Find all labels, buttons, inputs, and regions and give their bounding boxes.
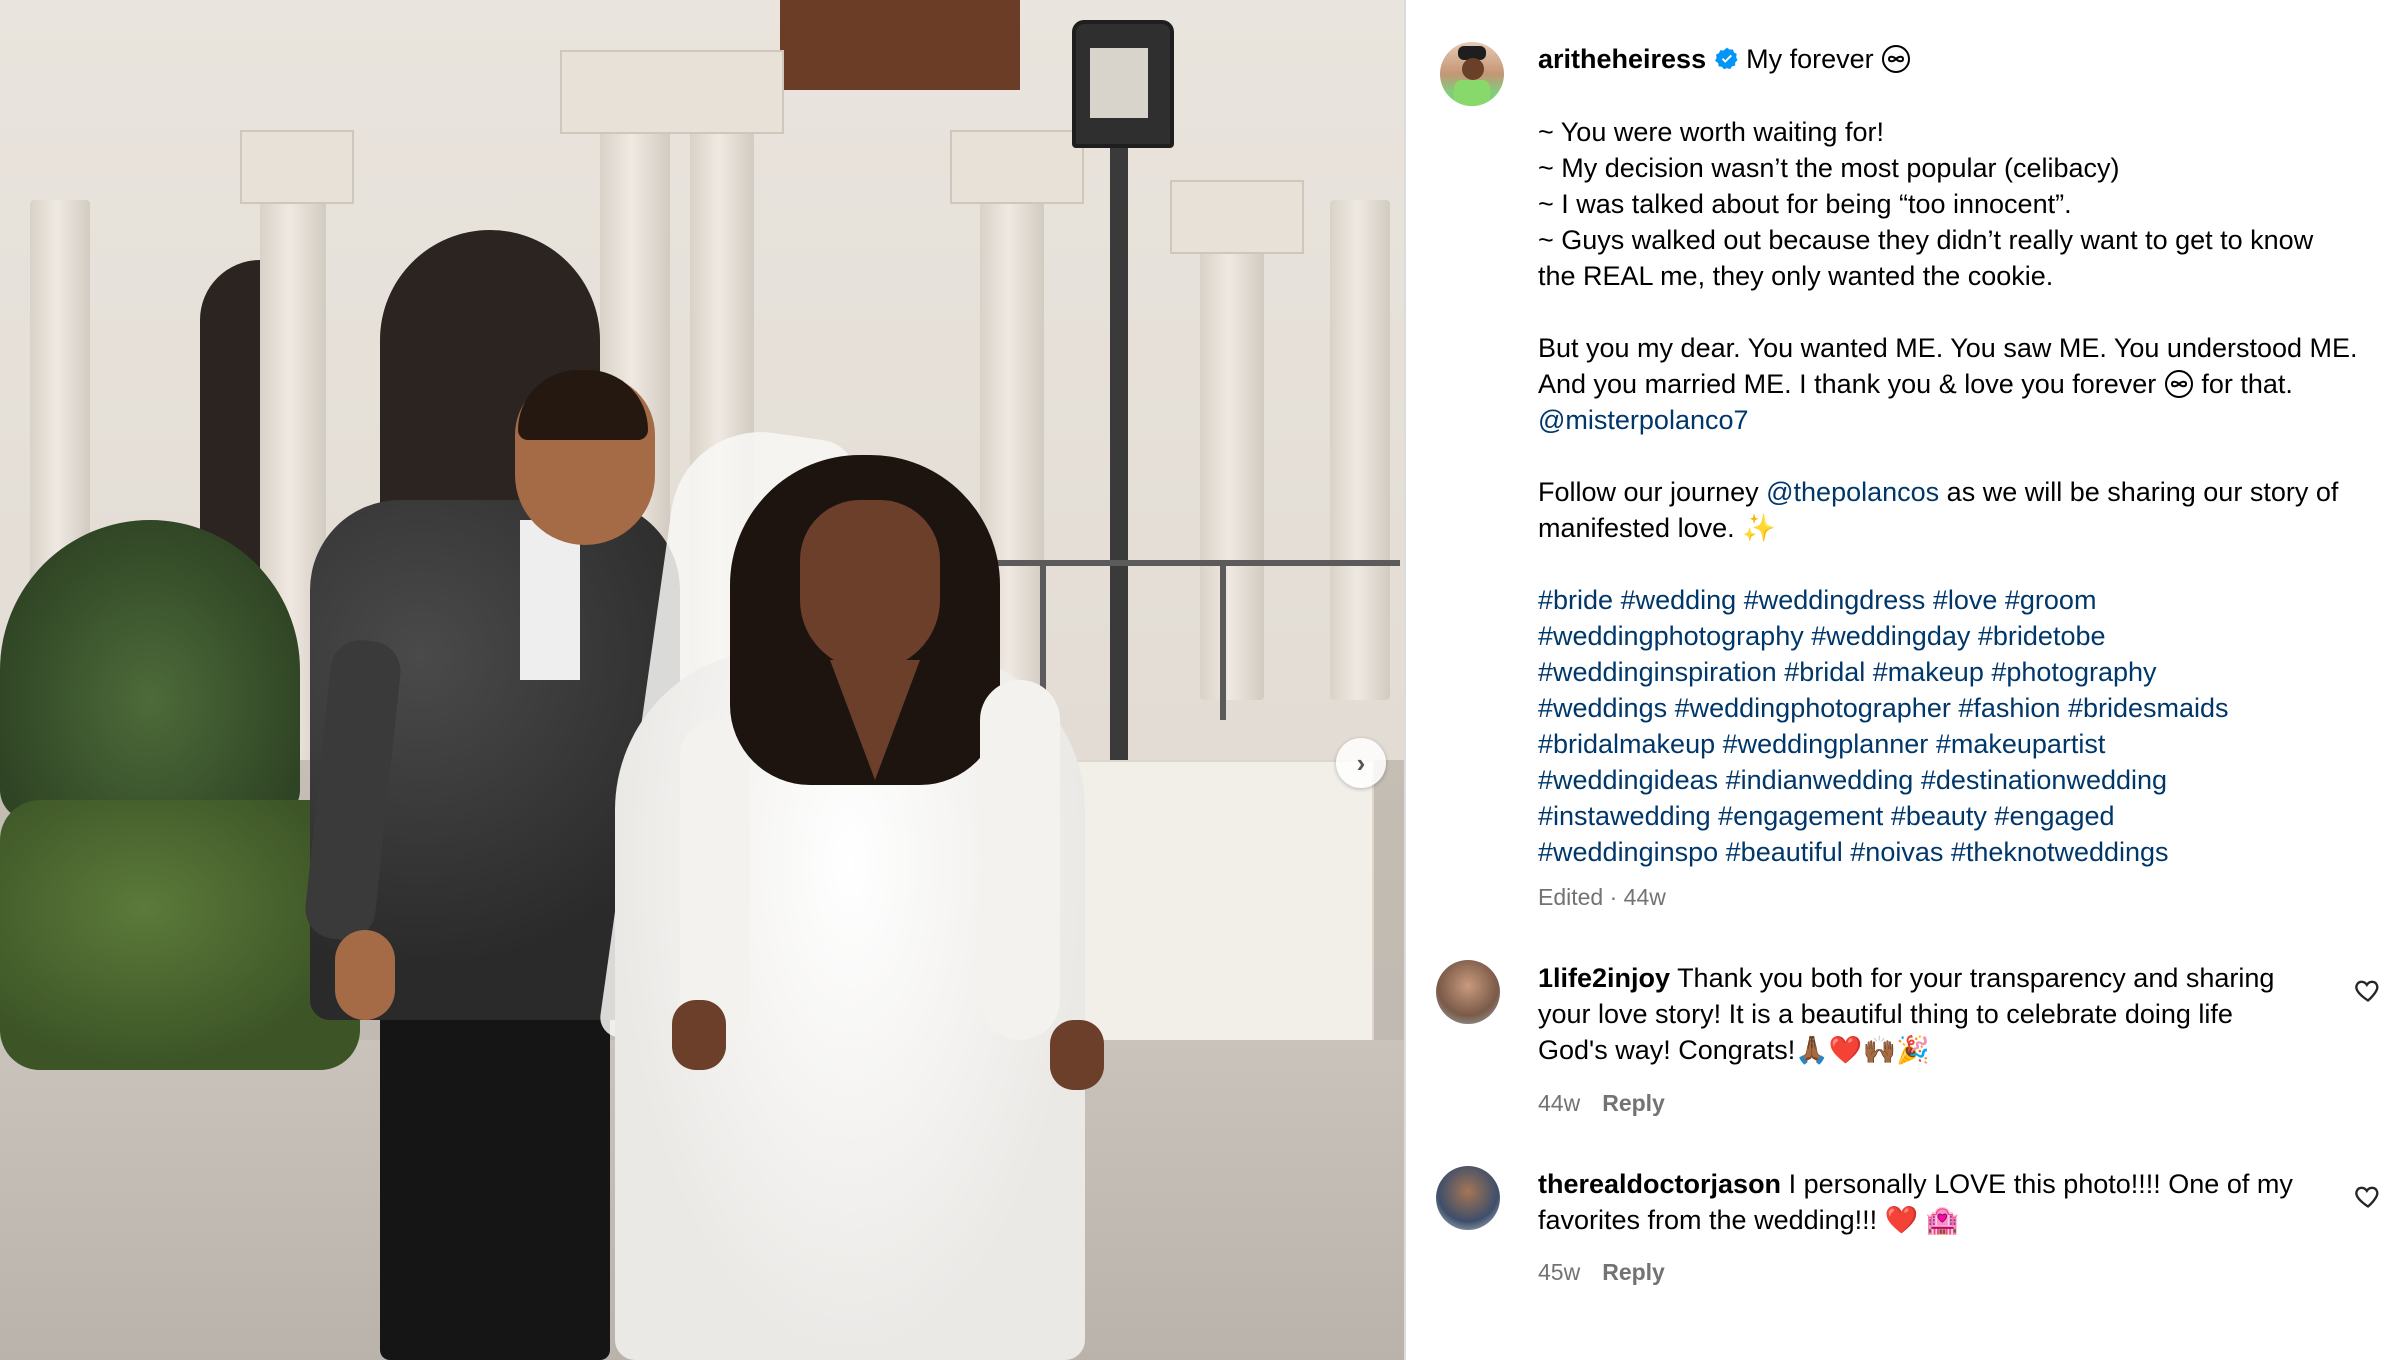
comment-username[interactable]: 1life2injoy: [1538, 963, 1670, 993]
hashtag-link[interactable]: #destinationwedding: [1921, 765, 2167, 795]
author-username[interactable]: aritheheiress: [1538, 44, 1706, 74]
hashtag-list: #bride #wedding #weddingdress #love #gro…: [1538, 582, 2358, 870]
hashtag-link[interactable]: #beautiful: [1726, 837, 1843, 867]
caption-paragraph: But you my dear. You wanted ME. You saw …: [1538, 333, 2358, 435]
groom-pants: [380, 960, 610, 1360]
hashtag-link[interactable]: #bridal: [1784, 657, 1865, 687]
comment: 1life2injoy Thank you both for your tran…: [1538, 960, 2298, 1068]
hashtag-link[interactable]: #photography: [1991, 657, 2156, 687]
hashtag-link[interactable]: #beauty: [1891, 801, 1987, 831]
infinity-icon: [2164, 370, 2193, 398]
author-avatar[interactable]: [1440, 42, 1504, 106]
hashtag-link[interactable]: #instawedding: [1538, 801, 1711, 831]
heart-outline-icon[interactable]: [2354, 976, 2382, 1004]
groom-shirt: [520, 520, 580, 680]
hashtag-link[interactable]: #engagement: [1718, 801, 1883, 831]
lamp-post: [1110, 40, 1128, 760]
column-capital: [1170, 180, 1304, 254]
comment: therealdoctorjason I personally LOVE thi…: [1538, 1166, 2298, 1238]
hashtag-link[interactable]: #bridesmaids: [2068, 693, 2229, 723]
mention-link[interactable]: @misterpolanco7: [1538, 405, 1749, 435]
comment-username[interactable]: therealdoctorjason: [1538, 1169, 1781, 1199]
reply-button[interactable]: Reply: [1602, 1259, 1665, 1285]
hashtag-link[interactable]: #groom: [2005, 585, 2097, 615]
verified-badge-icon: [1715, 47, 1738, 70]
comment-age: 45w: [1538, 1259, 1581, 1285]
heart-outline-icon[interactable]: [2354, 1182, 2382, 1210]
hashtag-link[interactable]: #weddingday: [1811, 621, 1970, 651]
caption-line: ~ You were worth waiting for!: [1538, 117, 1884, 147]
hashtag-link[interactable]: #weddinginspo: [1538, 837, 1718, 867]
comment-meta: 45w Reply: [1538, 1259, 1665, 1286]
hashtag-link[interactable]: #weddingideas: [1538, 765, 1718, 795]
hashtag-link[interactable]: #weddingplanner: [1723, 729, 1929, 759]
post-caption: ~ You were worth waiting for! ~ My decis…: [1538, 114, 2358, 870]
commenter-avatar[interactable]: [1436, 1166, 1500, 1230]
hashtag-link[interactable]: #fashion: [1958, 693, 2060, 723]
hashtag-link[interactable]: #weddingphotographer: [1675, 693, 1951, 723]
hashtag-link[interactable]: #indianwedding: [1726, 765, 1914, 795]
caption-line: ~ Guys walked out because they didn’t re…: [1538, 225, 2314, 291]
bride-hand: [672, 1000, 726, 1070]
hashtag-link[interactable]: #theknotweddings: [1951, 837, 2169, 867]
hashtag-link[interactable]: #bridalmakeup: [1538, 729, 1715, 759]
tropical-plant: [0, 520, 300, 820]
post-photo[interactable]: ›: [0, 0, 1404, 1360]
column: [1330, 200, 1390, 700]
mention-link[interactable]: @thepolancos: [1766, 477, 1939, 507]
caption-line: ~ My decision wasn’t the most popular (c…: [1538, 153, 2120, 183]
hashtag-link[interactable]: #makeupartist: [1936, 729, 2106, 759]
post-details-panel: aritheheiress My forever ~ You were worth…: [1406, 0, 2408, 1360]
chevron-right-icon: ›: [1356, 747, 1366, 778]
bride-hand: [1050, 1020, 1104, 1090]
column-capital: [240, 130, 354, 204]
roof-beam: [780, 0, 1020, 90]
hashtag-link[interactable]: #weddings: [1538, 693, 1667, 723]
comment-meta: 44w Reply: [1538, 1090, 1665, 1117]
commenter-avatar[interactable]: [1436, 960, 1500, 1024]
hashtag-link[interactable]: #engaged: [1994, 801, 2114, 831]
column-capital: [950, 130, 1084, 204]
hashtag-link[interactable]: #wedding: [1621, 585, 1737, 615]
railing: [1220, 560, 1226, 720]
bride-arm: [980, 680, 1060, 1040]
carousel-next-button[interactable]: ›: [1336, 738, 1386, 788]
groom-hand: [335, 930, 395, 1020]
post-title: My forever: [1746, 44, 1874, 74]
column: [1200, 180, 1264, 700]
hashtag-link[interactable]: #bridetobe: [1978, 621, 2106, 651]
hedge: [0, 800, 360, 1070]
street-lamp: [1072, 20, 1174, 148]
column-capital: [560, 50, 784, 134]
bride-arm: [680, 720, 750, 1040]
post-meta: Edited · 44w: [1538, 884, 1666, 910]
hashtag-link[interactable]: #noivas: [1850, 837, 1943, 867]
comment-age: 44w: [1538, 1090, 1581, 1116]
caption-paragraph: Follow our journey @thepolancos as we wi…: [1538, 477, 2339, 543]
reply-button[interactable]: Reply: [1602, 1090, 1665, 1116]
sparkle-emoji: ✨: [1742, 513, 1776, 543]
caption-header: aritheheiress My forever: [1538, 42, 1911, 76]
hashtag-link[interactable]: #love: [1933, 585, 1998, 615]
hashtag-link[interactable]: #weddingdress: [1744, 585, 1926, 615]
hashtag-link[interactable]: #makeup: [1873, 657, 1984, 687]
caption-line: ~ I was talked about for being “too inno…: [1538, 189, 2072, 219]
hashtag-link[interactable]: #bride: [1538, 585, 1613, 615]
bride-face: [800, 500, 940, 670]
infinity-icon: [1882, 45, 1911, 73]
hashtag-link[interactable]: #weddingphotography: [1538, 621, 1804, 651]
hashtag-link[interactable]: #weddinginspiration: [1538, 657, 1777, 687]
